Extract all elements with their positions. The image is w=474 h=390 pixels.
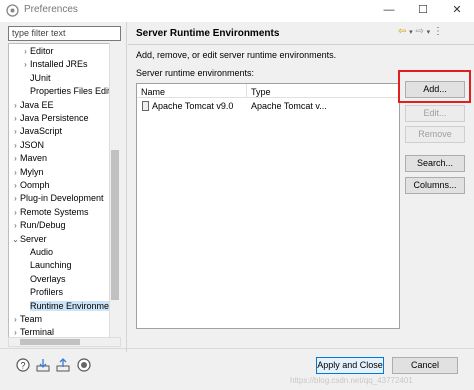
cancel-button[interactable]: Cancel	[392, 357, 458, 374]
sidebar-item-label: Runtime Environments	[30, 300, 121, 311]
column-header-name[interactable]: Name	[141, 87, 165, 97]
columns-button[interactable]: Columns...	[405, 177, 465, 194]
tree-scrollbar-thumb[interactable]	[111, 150, 119, 300]
sidebar-item-junit[interactable]: JUnit	[21, 72, 51, 85]
sidebar-item-label: JUnit	[30, 72, 51, 83]
window-title: Preferences	[24, 4, 78, 15]
sidebar-item-label: Properties Files Editor	[30, 86, 119, 97]
page-title: Server Runtime Environments	[136, 28, 280, 39]
sidebar-item-label: Profilers	[30, 287, 64, 298]
column-header-type[interactable]: Type	[251, 87, 271, 97]
expand-arrow-icon[interactable]: ›	[11, 125, 20, 138]
sidebar-item-label: Remote Systems	[20, 206, 89, 217]
help-icon[interactable]: ?	[16, 358, 30, 372]
sidebar-item-json[interactable]: › JSON	[11, 139, 44, 152]
sidebar-item-label: Oomph	[20, 180, 50, 190]
sidebar-item-label: Overlays	[30, 273, 66, 284]
forward-icon[interactable]: ⇨	[415, 26, 423, 37]
table-cell-type[interactable]: Apache Tomcat v...	[251, 101, 327, 111]
back-icon[interactable]: ⇦	[398, 26, 406, 37]
sidebar-item-label: Installed JREs	[30, 59, 88, 70]
expand-arrow-icon[interactable]: ›	[21, 58, 30, 71]
expand-arrow-icon[interactable]: ›	[11, 206, 20, 219]
sidebar-item-properties-files-editor[interactable]: Properties Files Editor	[21, 85, 119, 98]
filter-input[interactable]: type filter text	[8, 26, 121, 41]
expand-arrow-icon[interactable]: ›	[21, 45, 30, 58]
sidebar-item-launching[interactable]: Launching	[21, 259, 72, 272]
sidebar-item-run-debug[interactable]: › Run/Debug	[11, 219, 66, 232]
sidebar-item-plug-in-development[interactable]: › Plug-in Development	[11, 192, 104, 205]
sidebar-item-label: Plug-in Development	[20, 193, 104, 204]
sidebar-item-installed-jres[interactable]: › Installed JREs	[21, 58, 88, 71]
server-icon	[142, 101, 149, 111]
navigation-controls: ⇦ ▾ ⇨ ▾ ⋮	[398, 26, 443, 37]
expand-arrow-icon[interactable]: ›	[11, 313, 20, 326]
close-button[interactable]: ✕	[440, 0, 474, 22]
runtime-table[interactable]	[136, 83, 400, 329]
sidebar-item-label: Run/Debug	[20, 220, 66, 231]
sidebar-item-audio[interactable]: Audio	[21, 246, 53, 259]
minimize-button[interactable]: —	[372, 0, 406, 22]
app-icon	[6, 4, 19, 17]
header-row-line	[137, 97, 399, 98]
sidebar-item-profilers[interactable]: Profilers	[21, 286, 63, 299]
sidebar-item-label: Launching	[30, 260, 72, 271]
sidebar-item-label: Java Persistence	[20, 113, 89, 123]
sidebar-item-runtime-environments[interactable]: Runtime Environments	[21, 300, 121, 313]
expand-arrow-icon[interactable]: ›	[11, 179, 20, 192]
tree-horizontal-scrollbar-thumb[interactable]	[20, 339, 80, 345]
svg-text:?: ?	[20, 361, 25, 371]
export-icon[interactable]	[56, 358, 70, 372]
expand-arrow-icon[interactable]: ›	[11, 166, 20, 179]
panel-divider[interactable]	[126, 22, 127, 352]
sidebar-item-label: Mylyn	[20, 166, 44, 177]
sidebar-item-label: Server	[20, 233, 47, 244]
sidebar-item-oomph[interactable]: › Oomph	[11, 179, 50, 192]
expand-arrow-icon[interactable]: ›	[11, 219, 20, 232]
sidebar-item-remote-systems[interactable]: › Remote Systems	[11, 206, 89, 219]
sidebar-item-mylyn[interactable]: › Mylyn	[11, 166, 44, 179]
remove-button[interactable]: Remove	[405, 126, 465, 143]
import-icon[interactable]	[36, 358, 50, 372]
column-divider[interactable]	[246, 84, 247, 98]
sidebar-item-label: Audio	[30, 247, 54, 257]
sidebar-item-label: JavaScript	[20, 126, 63, 137]
maximize-button[interactable]: ☐	[406, 0, 440, 22]
list-label: Server runtime environments:	[136, 68, 255, 78]
expand-arrow-icon[interactable]: ›	[11, 99, 20, 112]
sidebar-item-javascript[interactable]: › JavaScript	[11, 125, 62, 138]
apply-and-close-button[interactable]: Apply and Close	[316, 357, 384, 374]
edit-button[interactable]: Edit...	[405, 105, 465, 122]
watermark: https://blog.csdn.net/qq_43772401	[290, 376, 413, 385]
sidebar-item-label: Terminal	[20, 327, 55, 338]
sidebar-item-overlays[interactable]: Overlays	[21, 273, 66, 286]
add-button-highlight	[398, 70, 471, 103]
sidebar-item-team[interactable]: › Team	[11, 313, 42, 326]
preference-tree[interactable]: › Editor › Installed JREs JUnit Properties Fi…	[8, 43, 121, 339]
table-cell-name[interactable]: Apache Tomcat v9.0	[152, 101, 233, 111]
sidebar-item-label: Editor	[30, 46, 54, 56]
expanded-arrow-icon[interactable]: ⌄	[11, 233, 20, 246]
expand-arrow-icon[interactable]: ›	[11, 112, 20, 125]
sidebar-item-label: JSON	[20, 139, 45, 150]
sidebar-item-maven[interactable]: › Maven	[11, 152, 47, 165]
footer-divider	[0, 348, 474, 349]
header-divider	[128, 44, 474, 45]
expand-arrow-icon[interactable]: ›	[11, 152, 20, 165]
sidebar-item-editor[interactable]: › Editor	[21, 45, 54, 58]
sidebar-item-java-persistence[interactable]: › Java Persistence	[11, 112, 89, 125]
sidebar-item-server[interactable]: ⌄Server	[11, 233, 47, 246]
page-description: Add, remove, or edit server runtime envi…	[136, 50, 337, 60]
sidebar-item-label: Team	[20, 314, 43, 324]
view-menu-icon[interactable]: ⋮	[433, 26, 443, 37]
sidebar-item-java-ee[interactable]: › Java EE	[11, 99, 54, 112]
sidebar-item-label: Java EE	[20, 99, 54, 110]
sidebar-item-label: Maven	[20, 153, 48, 164]
expand-arrow-icon[interactable]: ›	[11, 139, 20, 152]
expand-arrow-icon[interactable]: ›	[11, 192, 20, 205]
search-button[interactable]: Search...	[405, 155, 465, 172]
record-icon[interactable]	[77, 358, 91, 372]
